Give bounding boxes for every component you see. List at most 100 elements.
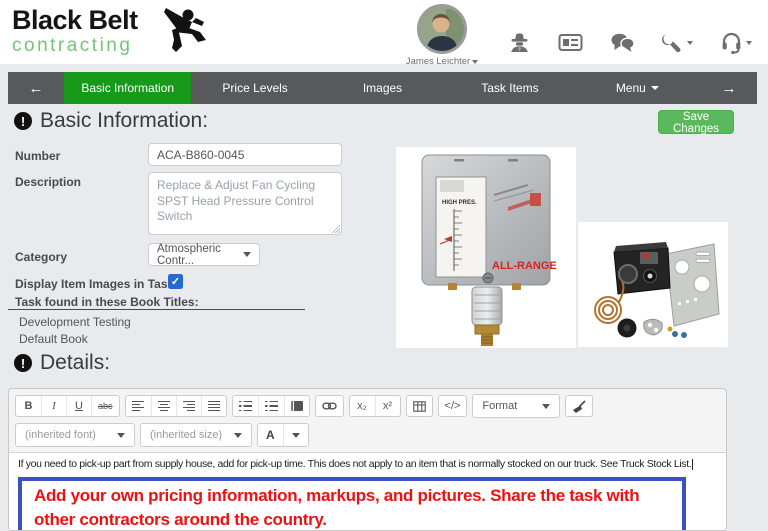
header-actions: James Leichter: [403, 4, 752, 67]
indent-button[interactable]: [283, 396, 309, 416]
basic-information-header: ! Basic Information:: [14, 109, 208, 133]
format-dropdown[interactable]: Format: [472, 394, 561, 418]
editor-content-area[interactable]: If you need to pick-up part from supply …: [9, 452, 726, 530]
chevron-down-icon: [687, 40, 693, 45]
editor-paragraph: If you need to pick-up part from supply …: [18, 458, 694, 470]
product-label-text: ALL-RANGE: [492, 260, 557, 272]
bullet-list-button[interactable]: [232, 396, 258, 416]
news-button[interactable]: [558, 32, 583, 53]
align-left-icon: [132, 400, 145, 412]
numbered-list-icon: [264, 400, 278, 412]
numbered-list-button[interactable]: [257, 396, 284, 416]
details-header: ! Details:: [14, 351, 110, 375]
tools-menu-button[interactable]: [662, 32, 693, 54]
wrench-icon: [662, 34, 681, 52]
number-label: Number: [15, 149, 61, 163]
chat-bubbles-icon: [611, 33, 635, 52]
broom-icon: [573, 399, 586, 413]
rich-text-editor: B I U abc x₂ x² </> Format (inherited fo…: [8, 388, 727, 531]
editor-toolbar: B I U abc x₂ x² </> Format (inherited fo…: [9, 389, 726, 447]
align-center-button[interactable]: [150, 396, 176, 416]
chevron-down-icon: [291, 432, 300, 438]
underline-button[interactable]: U: [66, 396, 91, 416]
product-photo-pressure-control: HIGH PRES. ALL-RANGE: [396, 147, 576, 348]
tab-images[interactable]: Images: [319, 72, 446, 104]
text-cursor: [692, 458, 694, 470]
align-center-icon: [157, 400, 170, 412]
company-logo[interactable]: Black Belt contracting: [12, 5, 138, 56]
tab-navigation: ← Basic Information Price Levels Images …: [8, 72, 757, 104]
justify-icon: [207, 400, 220, 412]
exclamation-circle-icon: !: [14, 112, 32, 130]
align-left-button[interactable]: [125, 396, 151, 416]
category-select[interactable]: Atmospheric Contr...: [148, 243, 260, 267]
font-family-dropdown[interactable]: (inherited font): [15, 423, 135, 447]
number-input[interactable]: [148, 143, 342, 166]
nav-forward-arrow[interactable]: →: [701, 72, 757, 104]
gauge-label-text: HIGH PRES.: [442, 200, 477, 206]
chevron-down-icon: [117, 432, 125, 438]
tab-task-items[interactable]: Task Items: [446, 72, 573, 104]
justify-button[interactable]: [200, 396, 226, 416]
product-photo-switch-kit: [578, 222, 728, 347]
user-menu[interactable]: James Leichter: [403, 4, 481, 67]
code-view-button[interactable]: </>: [438, 396, 467, 416]
app-window: Black Belt contracting James Leichter ← …: [0, 0, 768, 531]
indent-icon: [290, 401, 303, 411]
description-label: Description: [15, 175, 82, 189]
logo-text-secondary: contracting: [12, 35, 133, 56]
avatar[interactable]: [417, 4, 467, 54]
strikethrough-button[interactable]: abc: [91, 396, 119, 416]
headset-icon: [722, 32, 741, 54]
description-field-wrap: Replace & Adjust Fan Cycling SPST Head P…: [148, 172, 342, 235]
clear-format-button[interactable]: [566, 396, 593, 416]
page-title: Basic Information:: [40, 109, 209, 132]
tab-price-levels[interactable]: Price Levels: [191, 72, 318, 104]
bullet-list-icon: [238, 400, 252, 412]
note-text: Add your own pricing information, markup…: [34, 486, 640, 530]
newspaper-icon: [558, 34, 583, 51]
table-icon: [412, 400, 426, 412]
superscript-button[interactable]: x²: [374, 396, 400, 416]
nav-back-arrow[interactable]: ←: [8, 72, 64, 104]
align-right-button[interactable]: [175, 396, 201, 416]
logo-text-primary: Black Belt: [12, 5, 138, 35]
chevron-down-icon: [234, 432, 242, 438]
chevron-down-icon: [472, 59, 479, 64]
chevron-down-icon: [650, 86, 659, 90]
resize-grip[interactable]: [332, 225, 340, 233]
description-textarea[interactable]: Replace & Adjust Fan Cycling SPST Head P…: [148, 172, 342, 235]
user-name[interactable]: James Leichter: [406, 56, 479, 67]
chevron-down-icon: [746, 40, 752, 45]
spy-mode-button[interactable]: [508, 31, 531, 54]
display-images-checkbox[interactable]: [168, 274, 183, 289]
link-button[interactable]: [315, 396, 343, 416]
bold-button[interactable]: B: [16, 396, 41, 416]
messages-button[interactable]: [610, 32, 635, 53]
table-button[interactable]: [406, 396, 432, 416]
font-size-dropdown[interactable]: (inherited size): [140, 423, 252, 447]
text-color-label[interactable]: A: [258, 424, 283, 446]
link-icon: [321, 402, 337, 410]
exclamation-circle-icon: !: [14, 354, 32, 372]
book-title-item: Default Book: [19, 332, 88, 346]
support-menu-button[interactable]: [720, 31, 752, 54]
user-secret-icon: [511, 33, 528, 52]
italic-button[interactable]: I: [41, 396, 66, 416]
subscript-button[interactable]: x₂: [349, 396, 375, 416]
text-color-caret[interactable]: [282, 424, 308, 446]
text-color-button[interactable]: A: [257, 423, 309, 447]
chevron-down-icon: [243, 252, 251, 257]
top-header: Black Belt contracting James Leichter: [0, 0, 768, 67]
highlighted-note-box: Add your own pricing information, markup…: [18, 477, 686, 530]
display-images-label: Display Item Images in Task:: [15, 277, 179, 291]
tab-basic-information[interactable]: Basic Information: [64, 72, 192, 104]
book-title-item: Development Testing: [19, 315, 131, 329]
chevron-down-icon: [542, 403, 551, 409]
book-titles-label: Task found in these Book Titles:: [15, 295, 199, 309]
tab-menu[interactable]: Menu: [574, 72, 701, 104]
divider: [8, 309, 305, 310]
category-label: Category: [15, 250, 68, 264]
save-changes-button[interactable]: Save Changes: [658, 110, 734, 135]
details-title: Details:: [40, 351, 111, 374]
